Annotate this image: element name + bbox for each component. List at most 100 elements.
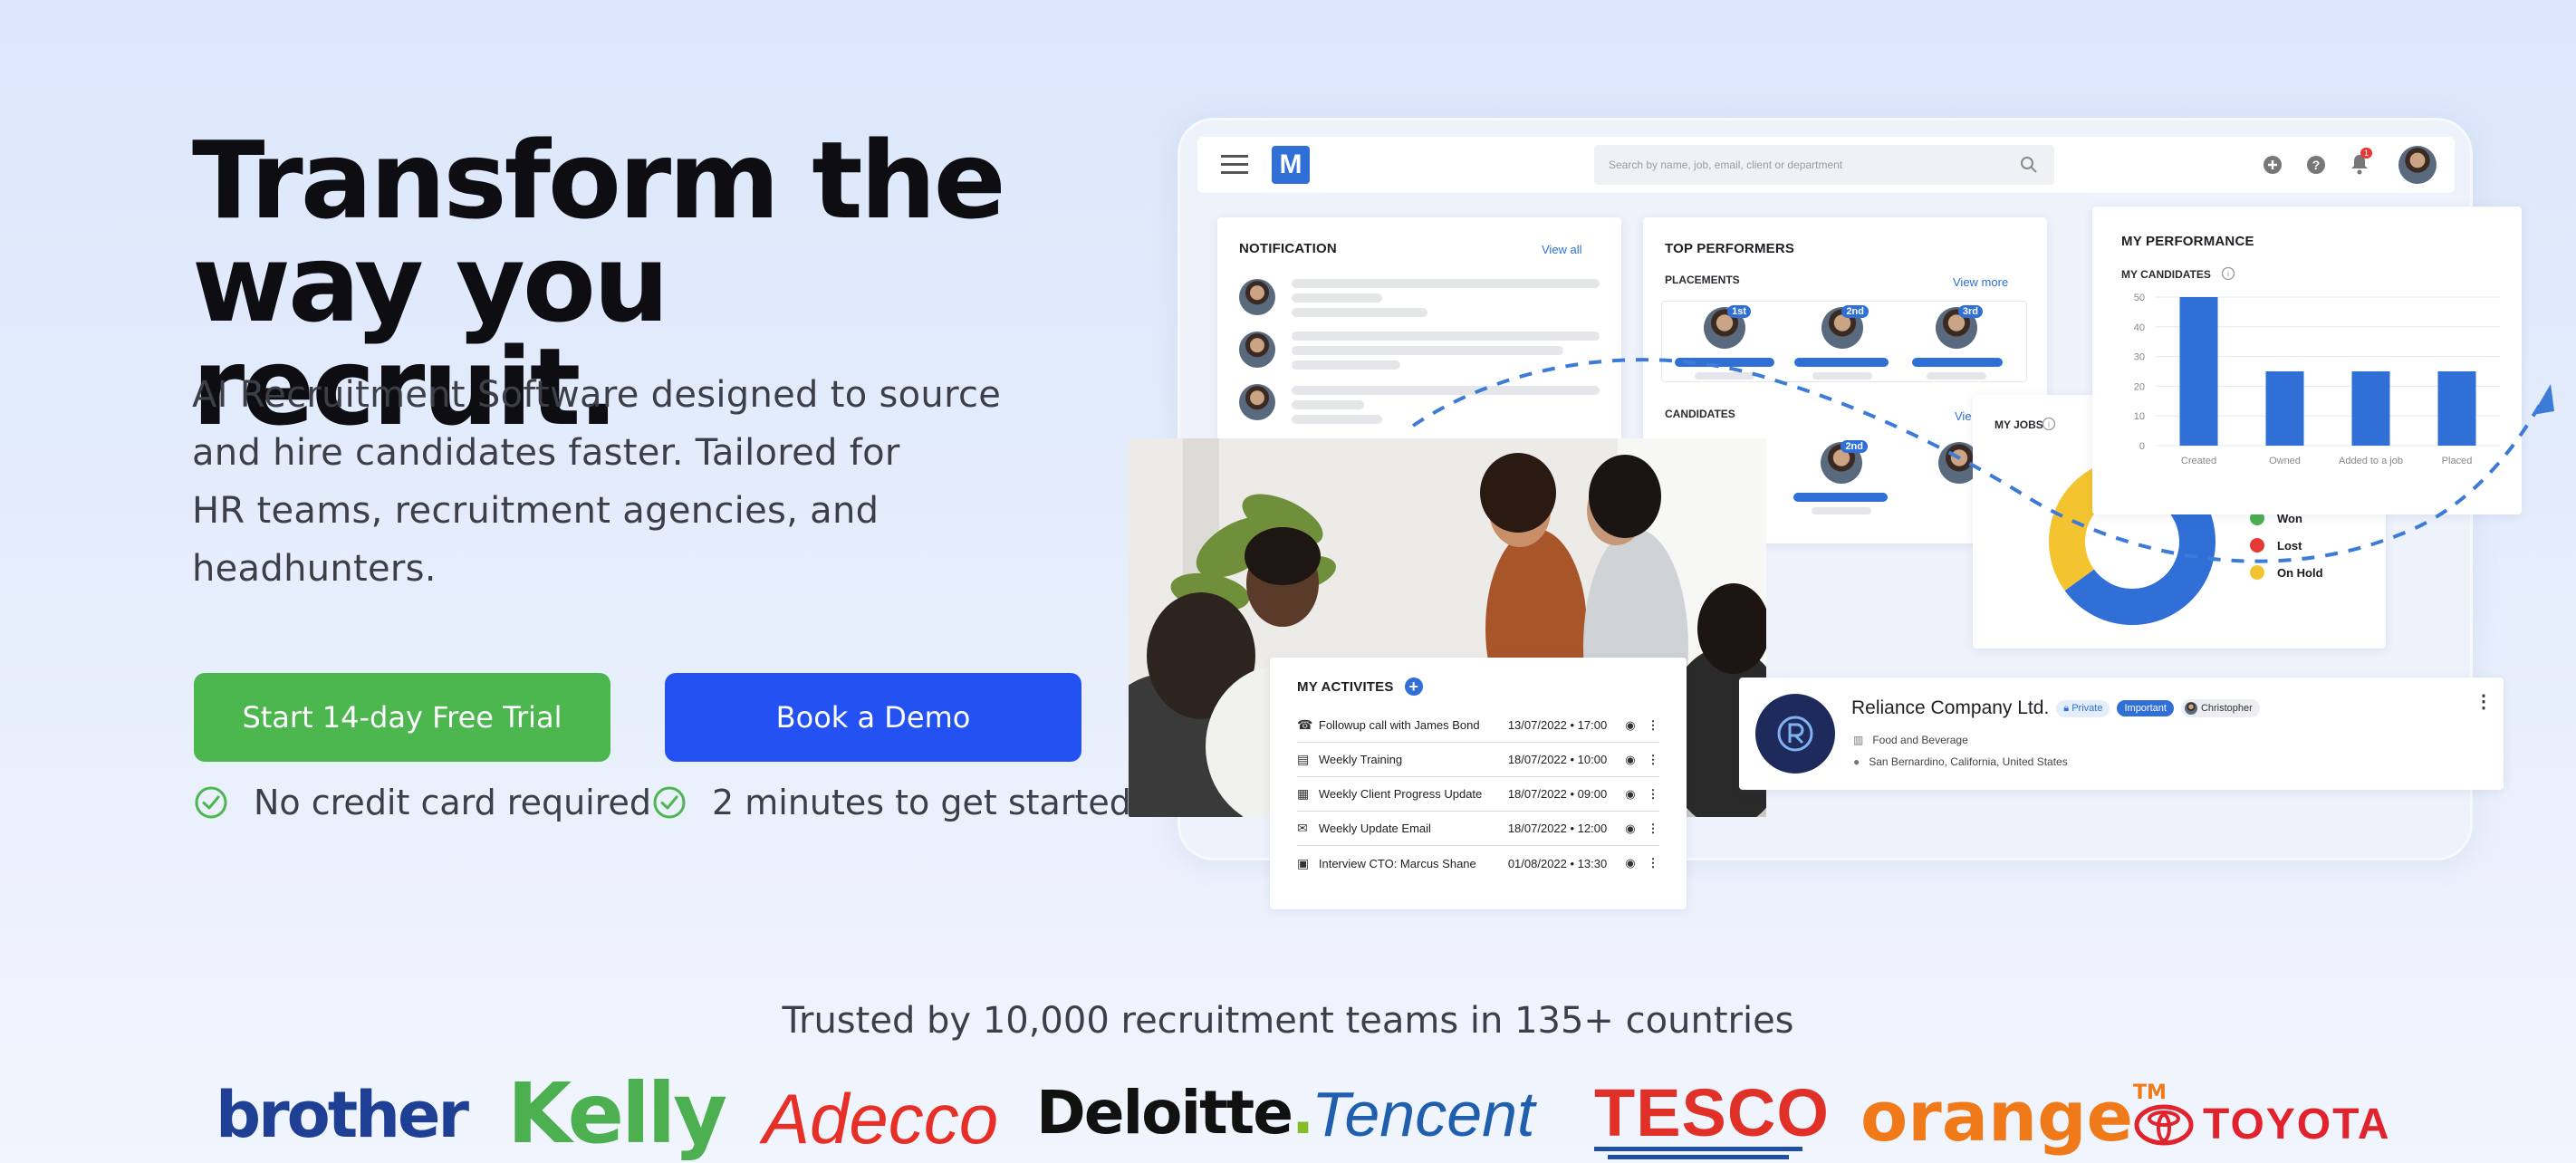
performer-avatar: 2nd: [1821, 305, 1869, 349]
company-card[interactable]: Reliance Company Ltd. 🔒︎ Private Importa…: [1739, 678, 2504, 790]
skeleton-line: [1292, 360, 1400, 370]
activity-row[interactable]: ▣ Interview CTO: Marcus Shane 01/08/2022…: [1297, 846, 1659, 880]
activity-name: Interview CTO: Marcus Shane: [1318, 856, 1476, 870]
perk-label: No credit card required: [254, 783, 652, 822]
logo-brother: brother: [216, 1078, 469, 1152]
start-free-trial-button[interactable]: Start 14-day Free Trial: [194, 673, 610, 762]
logo-kelly: Kelly: [507, 1065, 727, 1162]
help-icon[interactable]: ?: [2306, 155, 2326, 175]
activities-list: ☎ Followup call with James Bond 13/07/20…: [1297, 708, 1659, 880]
logo-deloitte: Deloitte.: [1036, 1078, 1314, 1148]
logo-orange: orangeTM: [1860, 1076, 2167, 1157]
performer-avatar: 3rd: [1936, 305, 1983, 349]
hero-subtitle: AI Recruitment Software designed to sour…: [192, 366, 1025, 598]
activity-date: 18/07/2022 • 09:00: [1507, 787, 1608, 801]
toyota-wordmark: TOYOTA: [2203, 1101, 2391, 1149]
logo-tencent: Tencent: [1312, 1079, 1535, 1149]
more-vert-icon[interactable]: ⋮: [1647, 753, 1659, 767]
avatar: [1239, 279, 1275, 315]
hero-subtitle-line: AI Recruitment Software designed to sour…: [192, 374, 1002, 416]
svg-text:?: ?: [2312, 158, 2321, 172]
check-circle-icon: [653, 786, 686, 819]
eye-icon[interactable]: ◉: [1625, 822, 1647, 836]
document-icon: ▤: [1297, 752, 1310, 766]
hero-subtitle-line: HR teams, recruitment agencies, and: [192, 490, 879, 532]
add-activity-button[interactable]: +: [1404, 678, 1423, 696]
more-vert-icon[interactable]: ⋮: [1647, 822, 1659, 836]
company-header: Reliance Company Ltd. 🔒︎ Private Importa…: [1851, 697, 2260, 719]
eye-icon[interactable]: ◉: [1625, 787, 1647, 802]
bell-icon[interactable]: 1: [2350, 148, 2373, 177]
avatar: [1239, 332, 1275, 368]
activity-name: Followup call with James Bond: [1318, 718, 1480, 732]
company-logo-icon: [1777, 716, 1813, 752]
add-circle-icon[interactable]: [2263, 155, 2283, 175]
activities-title: MY ACTIVITES: [1297, 678, 1394, 695]
hamburger-menu-icon[interactable]: [1221, 155, 1248, 175]
more-vert-icon[interactable]: ⋮: [2475, 690, 2493, 713]
perk-quick-start: 2 minutes to get started: [652, 783, 1131, 822]
activity-name: Weekly Client Progress Update: [1318, 787, 1483, 801]
industry-label: Food and Beverage: [1872, 734, 1968, 746]
rank-badge: 1st: [1727, 305, 1751, 318]
activity-date: 18/07/2022 • 12:00: [1507, 822, 1608, 835]
owner-avatar: [2184, 702, 2197, 715]
my-candidates-label: MY CANDIDATES: [2121, 268, 2211, 281]
activity-row[interactable]: ☎ Followup call with James Bond 13/07/20…: [1297, 708, 1659, 743]
placements-label: PLACEMENTS: [1665, 274, 1740, 286]
app-logo[interactable]: M: [1272, 146, 1310, 184]
checklist-icon: ▦: [1297, 786, 1310, 801]
company-industry: ▥ Food and Beverage: [1853, 734, 1968, 746]
activity-name: Weekly Update Email: [1318, 822, 1431, 835]
search-bar[interactable]: Search by name, job, email, client or de…: [1594, 145, 2054, 185]
more-vert-icon[interactable]: ⋮: [1647, 718, 1659, 733]
private-tag: 🔒︎ Private: [2056, 699, 2110, 717]
logo-toyota: TOYOTA: [2134, 1100, 2391, 1149]
company-name: Reliance Company Ltd.: [1851, 697, 2050, 718]
contact-icon: ▣: [1297, 855, 1310, 870]
eye-icon[interactable]: ◉: [1625, 856, 1647, 870]
perk-label: 2 minutes to get started: [712, 783, 1131, 822]
more-vert-icon[interactable]: ⋮: [1647, 856, 1659, 870]
book-demo-button[interactable]: Book a Demo: [665, 673, 1081, 762]
info-icon: i: [2221, 266, 2235, 281]
company-location: ● San Bernardino, California, United Stat…: [1853, 755, 2068, 768]
building-icon: ▥: [1853, 734, 1864, 746]
rank-badge: 3rd: [1957, 305, 1983, 318]
performer-avatar: 1st: [1704, 305, 1751, 349]
orange-wordmark: orange: [1860, 1076, 2134, 1157]
skeleton-line: [1292, 279, 1600, 288]
notification-title: NOTIFICATION: [1239, 241, 1337, 256]
check-circle-icon: [195, 786, 227, 819]
activity-row[interactable]: ✉ Weekly Update Email 18/07/2022 • 12:00…: [1297, 812, 1659, 846]
user-avatar[interactable]: [2398, 146, 2437, 184]
eye-icon[interactable]: ◉: [1625, 753, 1647, 767]
private-tag-label: Private: [2071, 702, 2103, 714]
dashboard-topbar: M Search by name, job, email, client or …: [1197, 137, 2455, 193]
eye-icon[interactable]: ◉: [1625, 718, 1647, 733]
skeleton-line: [1292, 415, 1382, 424]
tesco-stripe: [1608, 1155, 1789, 1159]
avatar: [1239, 384, 1275, 420]
hero-subtitle-line: and hire candidates faster. Tailored for: [192, 432, 900, 474]
activity-row[interactable]: ▦ Weekly Client Progress Update 18/07/20…: [1297, 777, 1659, 812]
svg-text:i: i: [2227, 270, 2229, 279]
notification-view-all-link[interactable]: View all: [1542, 243, 1582, 256]
activity-date: 13/07/2022 • 17:00: [1507, 718, 1608, 732]
rank-badge: 2nd: [1841, 305, 1869, 318]
activity-name: Weekly Training: [1318, 753, 1403, 766]
tesco-wordmark: TESCO: [1594, 1075, 1830, 1150]
hero-subtitle-line: headhunters.: [192, 548, 437, 590]
perk-no-credit-card: No credit card required: [194, 783, 651, 822]
more-vert-icon[interactable]: ⋮: [1647, 787, 1659, 802]
email-icon: ✉: [1297, 821, 1308, 835]
trusted-heading: Trusted by 10,000 recruitment teams in 1…: [782, 1000, 1794, 1042]
skeleton-line: [1292, 332, 1600, 341]
activity-row[interactable]: ▤ Weekly Training 18/07/2022 • 10:00 ◉ ⋮: [1297, 743, 1659, 777]
important-tag: Important: [2117, 700, 2174, 716]
y-tick-label: 40: [2134, 322, 2145, 333]
my-performance-title: MY PERFORMANCE: [2121, 234, 2254, 249]
search-icon[interactable]: [2020, 156, 2038, 174]
view-more-link[interactable]: View more: [1953, 275, 2008, 289]
owner-chip: Christopher: [2180, 699, 2260, 717]
